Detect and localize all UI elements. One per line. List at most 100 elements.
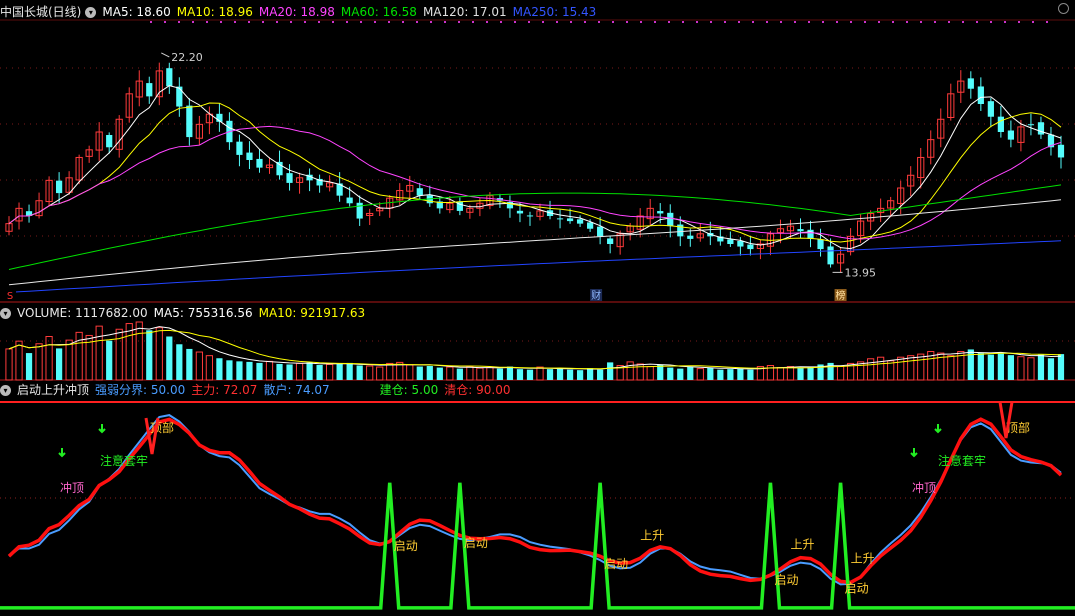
candle-body-down [146,83,153,97]
signal-dot [1032,21,1034,23]
volume-bar-down [176,344,183,380]
candle-body-down [827,246,834,265]
signal-dot [990,21,992,23]
volume-bar-up [45,336,53,381]
chevron-down-icon[interactable]: ▾ [0,308,11,319]
stock-title[interactable]: 中国长城(日线) [0,5,81,19]
volume-bar-up [897,356,905,381]
volume-bar-down [316,364,323,380]
volume-bar-up [205,355,213,381]
volume-bar-down [496,368,504,380]
signal-dot [528,21,530,23]
signal-dot [626,21,628,23]
signal-dot [850,21,852,23]
volume-bar-up [265,360,274,381]
threshold-label: 强弱分界: 50.00 [95,383,186,397]
price-panel: 22.20 13.95 S 财 榜 [4,51,1065,302]
signal-dot [472,21,474,23]
qidong-signal: 启动 [394,539,418,553]
volume-bar-down [336,363,343,380]
volume-bar-down [346,362,353,380]
volume-bar-up [35,343,43,381]
ma60-label: MA60: 16.58 [340,5,417,19]
candle-body-down [1007,130,1015,140]
volume-bar-down [997,353,1004,380]
high-price-arrow [161,52,170,58]
signal-dot [1004,21,1006,23]
candle-body-down [607,238,614,244]
volume-bar-up [1027,357,1035,381]
signal-dot [752,21,754,23]
volume-bar-up [5,348,13,381]
volume-bar-down [246,361,253,380]
indicator-panel: 启动 启动启动启动启动上升上升上升冲顶 冲顶注意套牢 注意套牢顶部 顶部 [0,401,1075,610]
signal-dot [290,21,292,23]
volume-bar-down [1057,354,1065,380]
indicator-header: ▾ 启动上升冲顶 强弱分界: 50.00 主力: 72.07 散户: 74.07 建仓: … [0,382,516,398]
volume-bar-down [556,368,564,380]
chevron-down-icon[interactable]: ▾ [85,7,97,18]
volume-bar-up [155,327,163,381]
volume-bar-down [687,366,694,380]
signal-dot [556,21,558,23]
signal-dot [248,21,250,23]
qidong-signal: 启动 [845,581,869,595]
volume-bar-down [286,364,293,380]
down-arrow-icon [58,448,66,458]
settings-icon[interactable] [1058,3,1069,14]
volume-bar-up [125,323,133,381]
volume-bar-up [135,321,143,381]
chongding-signal-left: 冲顶 [60,480,84,495]
volume-bar-down [717,369,724,380]
shangsheng-signal: 上升 [791,538,815,552]
volume-bar-down [236,361,243,380]
volume-bar-up [786,366,795,381]
volume-bar-up [15,340,23,381]
dingbu-signal-left: 顶部 [150,420,174,435]
volume-bar-up [95,325,103,381]
signal-dot [150,21,152,23]
signal-dot [696,21,698,23]
volume-bar-up [115,328,123,381]
candle-body-down [566,218,574,222]
signal-dot [892,21,894,23]
volume-bar-up [195,351,203,381]
volume-bar-up [476,367,484,381]
signal-dot [962,21,964,23]
volume-bar-up [947,355,955,381]
volume-bar-down [747,369,754,380]
chevron-down-icon[interactable]: ▾ [0,385,11,396]
volume-bar-up [536,366,544,381]
signal-dot [500,21,502,23]
candle-body-down [597,226,604,237]
signal-dot [668,21,670,23]
ma120-label: MA120: 17.01 [422,5,507,19]
candle-body-down [186,105,193,138]
volume-bar-up [917,353,925,381]
candle-body-down [1027,124,1035,126]
candle-body-down [276,161,283,176]
indicator-name[interactable]: 启动上升冲顶 [17,383,89,397]
volume-bar-up [857,361,865,381]
ma250-label: MA250: 15.43 [512,5,597,19]
volume-bar-down [25,353,33,380]
signal-dot [682,21,684,23]
qidong-signal: 启动 [604,557,628,571]
candle-body-down [286,173,293,183]
signal-dot [262,21,264,23]
signal-dot [780,21,782,23]
candle-body-down [997,116,1004,132]
chongding-signal-right: 冲顶 [912,480,936,495]
signal-dot [710,21,712,23]
volume-bar-up [486,367,494,381]
signal-dot [192,21,194,23]
volume-bar-down [566,369,574,380]
volume-bar-up [776,367,785,381]
volume-bar-up [65,339,73,381]
high-price-label: 22.20 [171,51,203,64]
candle-body-down [1057,144,1065,158]
volume-bar-down [576,370,584,380]
start-pulse-line [0,482,1075,610]
qidong-signal: 启动 [774,573,798,587]
s-marker: S [7,291,13,302]
